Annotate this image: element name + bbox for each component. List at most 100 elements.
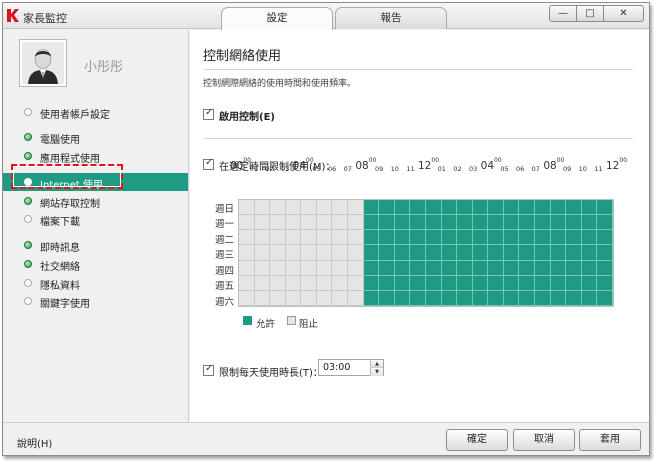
- schedule-cell[interactable]: [239, 260, 255, 276]
- schedule-cell[interactable]: [348, 290, 364, 306]
- schedule-cell[interactable]: [301, 275, 317, 291]
- sidebar-item-social-network[interactable]: 社交網絡: [3, 255, 188, 273]
- schedule-cell[interactable]: [363, 245, 380, 261]
- schedule-cell[interactable]: [332, 215, 349, 231]
- schedule-cell[interactable]: [581, 260, 598, 276]
- spin-down-icon[interactable]: ▼: [370, 368, 383, 376]
- schedule-cell[interactable]: [270, 230, 286, 246]
- schedule-cell[interactable]: [581, 245, 598, 261]
- close-button[interactable]: ✕: [603, 5, 644, 22]
- schedule-cell[interactable]: [379, 200, 395, 216]
- schedule-cell[interactable]: [348, 215, 364, 231]
- schedule-cell[interactable]: [239, 290, 255, 306]
- schedule-cell[interactable]: [472, 290, 489, 306]
- schedule-cell[interactable]: [503, 275, 520, 291]
- schedule-cell[interactable]: [503, 230, 520, 246]
- schedule-cell[interactable]: [597, 200, 613, 216]
- schedule-cell[interactable]: [332, 245, 349, 261]
- schedule-cell[interactable]: [285, 200, 302, 216]
- schedule-cell[interactable]: [488, 230, 504, 246]
- schedule-cell[interactable]: [519, 275, 536, 291]
- schedule-cell[interactable]: [488, 260, 504, 276]
- schedule-cell[interactable]: [254, 200, 271, 216]
- schedule-cell[interactable]: [566, 215, 582, 231]
- schedule-cell[interactable]: [597, 260, 613, 276]
- schedule-cell[interactable]: [270, 275, 286, 291]
- schedule-cell[interactable]: [566, 260, 582, 276]
- schedule-cell[interactable]: [301, 260, 317, 276]
- schedule-cell[interactable]: [348, 245, 364, 261]
- schedule-cell[interactable]: [270, 290, 286, 306]
- schedule-cell[interactable]: [519, 230, 536, 246]
- schedule-cell[interactable]: [425, 290, 442, 306]
- schedule-cell[interactable]: [394, 215, 411, 231]
- schedule-cell[interactable]: [410, 260, 426, 276]
- ok-button[interactable]: 確定: [446, 429, 508, 451]
- schedule-cell[interactable]: [441, 200, 458, 216]
- schedule-cell[interactable]: [597, 290, 613, 306]
- schedule-cell[interactable]: [254, 245, 271, 261]
- sidebar-item-website-access[interactable]: 網站存取控制: [3, 192, 188, 210]
- schedule-cell[interactable]: [316, 230, 333, 246]
- schedule-cell[interactable]: [285, 275, 302, 291]
- schedule-cell[interactable]: [270, 245, 286, 261]
- sidebar-item-keyword-use[interactable]: 關鍵字使用: [3, 292, 188, 310]
- schedule-cell[interactable]: [581, 200, 598, 216]
- schedule-grid[interactable]: [238, 199, 614, 307]
- schedule-cell[interactable]: [254, 260, 271, 276]
- schedule-cell[interactable]: [581, 230, 598, 246]
- schedule-cell[interactable]: [425, 215, 442, 231]
- schedule-cell[interactable]: [597, 215, 613, 231]
- schedule-cell[interactable]: [316, 200, 333, 216]
- schedule-cell[interactable]: [457, 245, 473, 261]
- schedule-cell[interactable]: [379, 245, 395, 261]
- schedule-cell[interactable]: [488, 275, 504, 291]
- schedule-cell[interactable]: [410, 200, 426, 216]
- schedule-limit-checkbox[interactable]: [203, 157, 214, 170]
- schedule-cell[interactable]: [441, 245, 458, 261]
- schedule-cell[interactable]: [363, 200, 380, 216]
- cancel-button[interactable]: 取消: [513, 429, 575, 451]
- schedule-cell[interactable]: [472, 215, 489, 231]
- schedule-cell[interactable]: [566, 275, 582, 291]
- schedule-cell[interactable]: [535, 215, 551, 231]
- schedule-cell[interactable]: [254, 275, 271, 291]
- schedule-cell[interactable]: [316, 275, 333, 291]
- spin-up-icon[interactable]: ▲: [370, 360, 383, 368]
- schedule-cell[interactable]: [285, 260, 302, 276]
- schedule-cell[interactable]: [239, 215, 255, 231]
- schedule-cell[interactable]: [488, 215, 504, 231]
- schedule-cell[interactable]: [488, 290, 504, 306]
- schedule-cell[interactable]: [316, 260, 333, 276]
- schedule-cell[interactable]: [301, 290, 317, 306]
- schedule-cell[interactable]: [472, 230, 489, 246]
- apply-button[interactable]: 套用: [579, 429, 641, 451]
- schedule-cell[interactable]: [550, 245, 567, 261]
- schedule-cell[interactable]: [441, 275, 458, 291]
- schedule-cell[interactable]: [566, 245, 582, 261]
- schedule-cell[interactable]: [379, 230, 395, 246]
- schedule-cell[interactable]: [379, 275, 395, 291]
- daily-limit-time-input[interactable]: 03:00 ▲ ▼: [318, 359, 384, 376]
- schedule-cell[interactable]: [425, 245, 442, 261]
- schedule-cell[interactable]: [285, 230, 302, 246]
- schedule-cell[interactable]: [316, 245, 333, 261]
- schedule-cell[interactable]: [363, 230, 380, 246]
- schedule-cell[interactable]: [394, 290, 411, 306]
- schedule-cell[interactable]: [332, 230, 349, 246]
- schedule-cell[interactable]: [566, 200, 582, 216]
- schedule-cell[interactable]: [535, 230, 551, 246]
- schedule-cell[interactable]: [441, 260, 458, 276]
- schedule-cell[interactable]: [425, 230, 442, 246]
- schedule-cell[interactable]: [535, 260, 551, 276]
- schedule-cell[interactable]: [348, 230, 364, 246]
- schedule-cell[interactable]: [379, 290, 395, 306]
- schedule-cell[interactable]: [457, 260, 473, 276]
- sidebar-item-private-data[interactable]: 隱私資料: [3, 274, 188, 292]
- schedule-cell[interactable]: [472, 200, 489, 216]
- schedule-cell[interactable]: [519, 200, 536, 216]
- schedule-cell[interactable]: [332, 200, 349, 216]
- schedule-cell[interactable]: [472, 260, 489, 276]
- schedule-cell[interactable]: [270, 200, 286, 216]
- schedule-cell[interactable]: [441, 230, 458, 246]
